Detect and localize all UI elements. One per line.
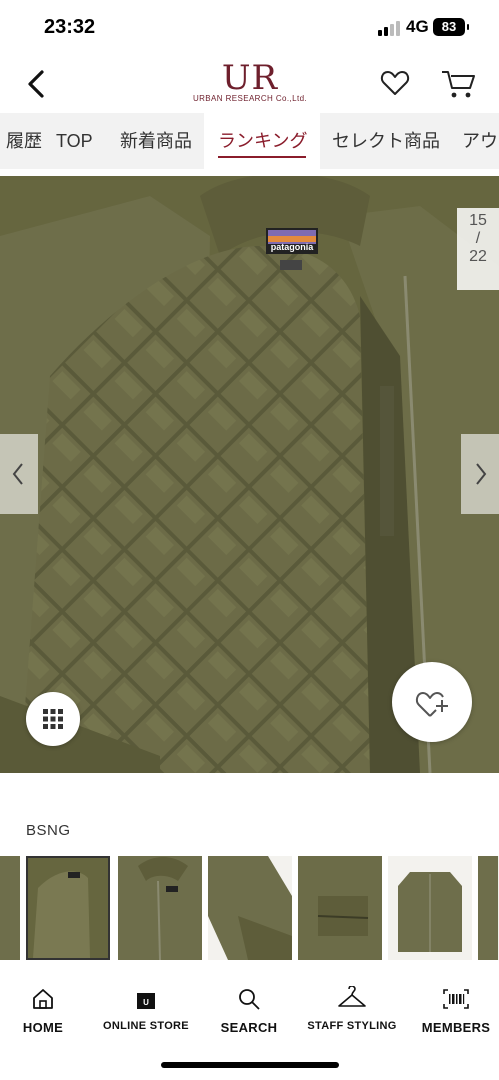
- thumbnail-item[interactable]: [208, 856, 292, 960]
- nav-label: STAFF STYLING: [307, 1020, 397, 1032]
- counter-total: 22: [469, 248, 487, 265]
- grid-view-button[interactable]: [26, 692, 80, 746]
- app-header: UR URBAN RESEARCH Co.,Ltd.: [0, 56, 499, 112]
- shopping-bag-icon: U: [137, 993, 155, 1009]
- back-button[interactable]: [22, 64, 52, 104]
- brand-logo[interactable]: UR URBAN RESEARCH Co.,Ltd.: [190, 60, 310, 110]
- thumbnail-item[interactable]: [118, 856, 202, 960]
- status-bar: 23:32 4G 83: [0, 0, 499, 56]
- svg-text:U: U: [143, 998, 149, 1007]
- previous-image-button[interactable]: [0, 434, 38, 514]
- thumbnail-image: [118, 856, 202, 960]
- add-to-favorites-button[interactable]: [392, 662, 472, 742]
- thumbnail-image: [388, 856, 472, 960]
- cart-icon: [442, 71, 475, 98]
- product-image-carousel[interactable]: patagonia 15 / 22: [0, 176, 499, 773]
- counter-current: 15: [469, 212, 487, 229]
- category-tabs: 履歴 TOP 新着商品 ランキング セレクト商品 アウ: [0, 113, 499, 169]
- status-time: 23:32: [44, 16, 96, 38]
- bottom-navigation: HOME U ONLINE STORE SEARCH STAFF STYLING…: [0, 980, 499, 1042]
- tab-select-items[interactable]: セレクト商品: [320, 113, 452, 169]
- thumbnail-image: [28, 858, 108, 958]
- thumbnail-image: [298, 856, 382, 960]
- barcode-icon: [443, 989, 469, 1009]
- chevron-left-icon: [12, 463, 23, 485]
- tab-label: TOP: [56, 131, 93, 151]
- thumbnail-item[interactable]: [478, 856, 499, 960]
- logo-mark: UR: [221, 58, 279, 98]
- nav-label: SEARCH: [220, 1020, 278, 1035]
- hanger-icon: [338, 986, 366, 1007]
- tab-ranking[interactable]: ランキング: [204, 113, 320, 169]
- chevron-right-icon: [476, 463, 487, 485]
- cart-button[interactable]: [440, 66, 476, 100]
- tab-label: ランキング: [218, 131, 308, 151]
- thumbnail-strip: [0, 856, 499, 960]
- nav-label: MEMBERS: [421, 1020, 491, 1035]
- next-image-button[interactable]: [461, 434, 499, 514]
- nav-label: HOME: [22, 1020, 64, 1035]
- nav-search[interactable]: SEARCH: [214, 980, 284, 1042]
- nav-online-store[interactable]: U ONLINE STORE: [96, 980, 196, 1042]
- home-indicator[interactable]: [161, 1062, 339, 1068]
- battery-icon: 83: [433, 18, 469, 36]
- home-icon: [33, 989, 53, 1009]
- thumbnail-item[interactable]: [298, 856, 382, 960]
- color-name: BSNG: [26, 822, 71, 839]
- chevron-left-icon: [28, 70, 44, 98]
- nav-label: ONLINE STORE: [103, 1020, 189, 1032]
- tab-outlet[interactable]: アウ: [450, 113, 499, 169]
- search-icon: [239, 989, 260, 1010]
- logo-subtext: URBAN RESEARCH Co.,Ltd.: [192, 94, 308, 103]
- thumbnail-item[interactable]: [388, 856, 472, 960]
- nav-members[interactable]: MEMBERS: [418, 980, 494, 1042]
- thumbnail-item[interactable]: [26, 856, 110, 960]
- brand-tag-text: patagonia: [271, 242, 314, 252]
- tab-label: 履歴: [6, 131, 42, 151]
- tab-top[interactable]: TOP: [44, 113, 105, 169]
- nav-staff-styling[interactable]: STAFF STYLING: [302, 980, 402, 1042]
- counter-separator: /: [475, 230, 481, 247]
- thumbnail-image: [0, 856, 20, 960]
- tab-new-arrivals[interactable]: 新着商品: [108, 113, 204, 169]
- network-type: 4G: [406, 17, 429, 36]
- favorites-button[interactable]: [380, 68, 410, 98]
- image-counter: 15 / 22: [457, 208, 499, 290]
- heart-icon: [380, 71, 410, 95]
- thumbnail-image: [478, 856, 499, 960]
- nav-home[interactable]: HOME: [12, 980, 74, 1042]
- grid-icon: [43, 709, 63, 729]
- thumbnail-item[interactable]: [0, 856, 20, 960]
- signal-icon: [378, 20, 400, 36]
- tab-label: セレクト商品: [332, 131, 440, 151]
- active-tab-indicator: [218, 156, 306, 158]
- heart-plus-icon: [415, 692, 448, 717]
- tab-label: 新着商品: [120, 131, 192, 151]
- tab-label: アウ: [462, 131, 498, 151]
- battery-level: 83: [441, 19, 457, 34]
- thumbnail-image: [208, 856, 292, 960]
